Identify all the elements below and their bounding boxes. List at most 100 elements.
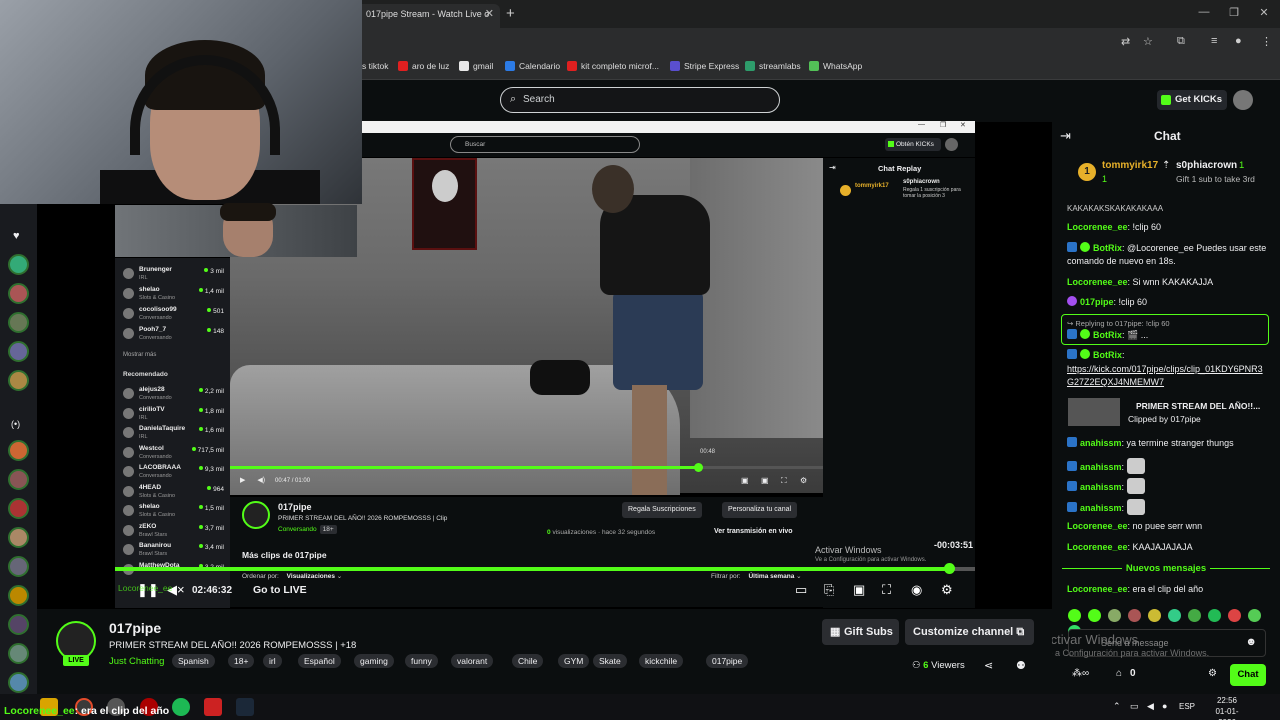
chat-message: 017pipe: !clip 60 — [1067, 296, 1267, 309]
rail-channel-avatar[interactable] — [8, 341, 29, 362]
language-indicator[interactable]: ESP — [1179, 702, 1195, 711]
bookmark-item[interactable]: aro de luz — [398, 61, 449, 71]
recommended-icon: (•) — [11, 419, 21, 429]
kicks-balance-icon[interactable]: ⁂∞ — [1072, 668, 1089, 679]
stream-tag[interactable]: Spanish — [172, 654, 215, 668]
clip-thumbnail[interactable] — [1068, 398, 1120, 426]
stream-tag[interactable]: irl — [263, 654, 282, 668]
recommended-heading: Recomendado — [123, 371, 168, 378]
bookmark-item[interactable]: streamlabs — [745, 61, 801, 71]
stream-tag[interactable]: GYM — [558, 654, 590, 668]
stream-tag[interactable]: Español — [298, 654, 341, 668]
app-icon[interactable] — [204, 698, 222, 716]
rail-channel-avatar[interactable] — [8, 643, 29, 664]
rail-channel-avatar[interactable] — [8, 312, 29, 333]
leader-username[interactable]: tommyirk17 — [1102, 160, 1158, 171]
search-input[interactable]: ⌕ Search — [500, 87, 780, 113]
clip-link[interactable]: https://kick.com/017pipe/clips/clip_01KD… — [1067, 363, 1267, 389]
settings-icon[interactable]: ⚙ — [941, 582, 953, 598]
new-messages-divider[interactable]: Nuevos mensajes — [1062, 563, 1270, 574]
emote-icon[interactable] — [1128, 609, 1141, 622]
rail-channel-avatar[interactable] — [8, 469, 29, 490]
rail-channel-avatar[interactable] — [8, 527, 29, 548]
minimize-icon[interactable]: — — [1194, 6, 1214, 18]
close-window-icon[interactable]: ✕ — [1254, 6, 1274, 19]
bookmark-item[interactable]: Calendario — [505, 61, 560, 71]
stream-tag[interactable]: kickchile — [639, 654, 684, 668]
translate-icon[interactable]: ⇄ — [1121, 35, 1130, 48]
follow-icon[interactable]: ⚉ — [1016, 659, 1026, 672]
speed-icon[interactable]: ◉ — [911, 582, 922, 598]
fullscreen-icon[interactable]: ⛶ — [882, 582, 891, 598]
streamlabs-icon — [745, 61, 755, 71]
emote-icon[interactable] — [1228, 609, 1241, 622]
rail-channel-avatar[interactable] — [8, 283, 29, 304]
bookmark-item[interactable]: s tiktok — [362, 61, 388, 71]
emote-icon[interactable] — [1188, 609, 1201, 622]
bookmark-item[interactable]: WhatsApp — [809, 61, 862, 71]
rail-channel-avatar[interactable] — [8, 254, 29, 275]
stream-tag[interactable]: 18+ — [228, 654, 255, 668]
emoji-picker-icon[interactable]: ☻ — [1245, 636, 1257, 648]
collapse-chat-icon[interactable]: ⇥ — [1060, 128, 1071, 144]
new-tab-icon[interactable]: + — [506, 5, 515, 22]
go-to-live-button[interactable]: Go to LIVE — [253, 584, 307, 596]
mic-icon[interactable]: ● — [1162, 701, 1167, 711]
menu-icon[interactable]: ⋮ — [1261, 35, 1272, 48]
emote-icon[interactable] — [1208, 609, 1221, 622]
chest-icon[interactable]: ⌂ — [1116, 668, 1122, 679]
following-heart-icon[interactable]: ♥ — [13, 230, 20, 242]
share-icon[interactable]: ⋖ — [984, 659, 993, 672]
clip-card-title[interactable]: PRIMER STREAM DEL AÑO!!... — [1136, 400, 1266, 413]
profile-icon[interactable]: ● — [1235, 35, 1242, 47]
theater-mode-icon[interactable]: ▭ — [795, 582, 807, 598]
chat-settings-icon[interactable]: ⚙ — [1208, 668, 1217, 679]
channel-name[interactable]: 017pipe — [109, 620, 161, 636]
system-clock[interactable]: 22:5601-01-2026 — [1207, 695, 1247, 720]
restore-icon[interactable]: ❐ — [1224, 6, 1244, 19]
leader-username[interactable]: s0phiacrown — [1176, 160, 1237, 171]
stream-tag[interactable]: valorant — [451, 654, 494, 668]
steam-icon[interactable] — [236, 698, 254, 716]
rail-channel-avatar[interactable] — [8, 498, 29, 519]
bookmark-item[interactable]: gmail — [459, 61, 493, 71]
media-icon[interactable]: ≡ — [1211, 35, 1217, 47]
rail-channel-avatar[interactable] — [8, 370, 29, 391]
tray-chevron-icon[interactable]: ⌃ — [1113, 701, 1121, 712]
rail-channel-avatar[interactable] — [8, 585, 29, 606]
emote-icon[interactable] — [1108, 609, 1121, 622]
stream-tag[interactable]: 017pipe — [706, 654, 749, 668]
customize-channel-button[interactable]: Customize channel ⧉ — [905, 619, 1034, 645]
stream-category[interactable]: Just Chatting — [109, 656, 164, 667]
rail-channel-avatar[interactable] — [8, 614, 29, 635]
spotify-icon[interactable] — [172, 698, 190, 716]
gift-subs-button[interactable]: ▦ Gift Subs — [822, 619, 899, 645]
seek-bar[interactable] — [115, 563, 975, 574]
emote-icon[interactable] — [1148, 609, 1161, 622]
close-tab-icon[interactable]: ✕ — [485, 4, 494, 24]
extensions-icon[interactable]: ⧉ — [1177, 35, 1185, 48]
browser-tab[interactable]: 017pipe Stream - Watch Live o ✕ — [356, 4, 500, 28]
bookmark-item[interactable]: Stripe Express — [670, 61, 739, 71]
emote-icon[interactable] — [1068, 609, 1081, 622]
bookmark-star-icon[interactable]: ☆ — [1143, 35, 1153, 48]
rail-channel-avatar[interactable] — [8, 672, 29, 693]
volume-tray-icon[interactable]: ◀ — [1147, 701, 1154, 712]
seek-handle[interactable] — [944, 563, 956, 574]
network-icon[interactable]: ▭ — [1130, 701, 1139, 712]
stream-tag[interactable]: Skate — [593, 654, 627, 668]
pip-icon[interactable]: ▣ — [853, 582, 865, 598]
emote-icon[interactable] — [1248, 609, 1261, 622]
stream-tag[interactable]: gaming — [354, 654, 394, 668]
clip-icon[interactable]: ⎘ — [824, 582, 834, 598]
bookmark-item[interactable]: kit completo microf... — [567, 61, 659, 71]
get-kicks-button[interactable]: Get KICKs — [1157, 90, 1227, 110]
stream-tag[interactable]: funny — [405, 654, 438, 668]
user-avatar[interactable] — [1233, 90, 1253, 110]
send-chat-button[interactable]: Chat — [1230, 664, 1266, 686]
emote-icon[interactable] — [1088, 609, 1101, 622]
rail-channel-avatar[interactable] — [8, 440, 29, 461]
stream-tag[interactable]: Chile — [512, 654, 544, 668]
rail-channel-avatar[interactable] — [8, 556, 29, 577]
emote-icon[interactable] — [1168, 609, 1181, 622]
